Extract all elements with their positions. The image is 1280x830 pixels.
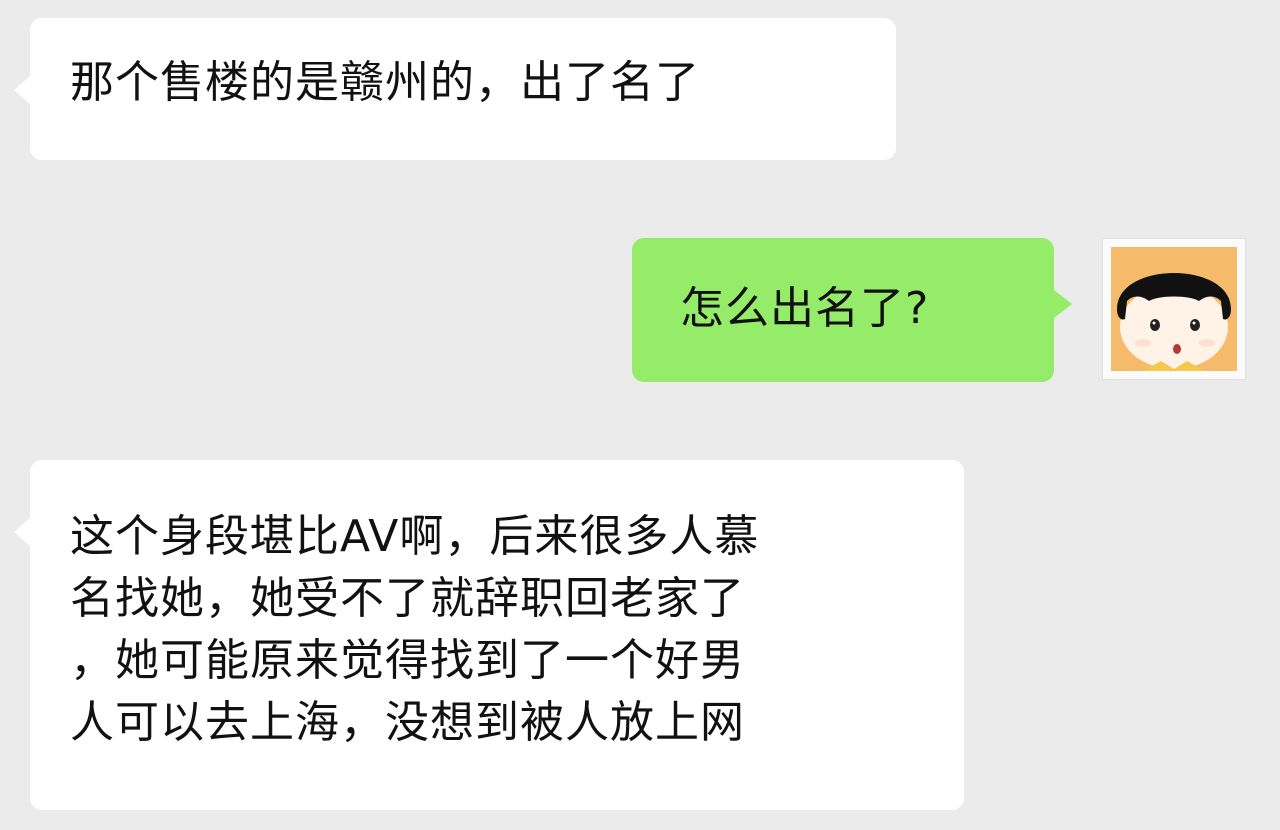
incoming-message-bubble[interactable]: 那个售楼的是赣州的，出了名了 bbox=[14, 18, 896, 160]
message-line: ，她可能原来觉得找到了一个好男 bbox=[70, 635, 745, 686]
message-text: 那个售楼的是赣州的，出了名了 bbox=[70, 57, 700, 108]
outgoing-message-bubble[interactable]: 怎么出名了? bbox=[632, 238, 1072, 382]
message-line: 人可以去上海，没想到被人放上网 bbox=[70, 697, 745, 748]
user-avatar[interactable] bbox=[1102, 238, 1246, 380]
cartoon-girl-avatar-icon bbox=[1111, 247, 1237, 371]
bubble-tail bbox=[14, 518, 30, 546]
bubble-tail bbox=[14, 76, 30, 104]
chat-area: 那个售楼的是赣州的，出了名了 怎么出名了? 这个身段堪比AV啊，后来很多人慕 名… bbox=[0, 0, 1280, 830]
incoming-message-bubble[interactable]: 这个身段堪比AV啊，后来很多人慕 名找她，她受不了就辞职回老家了 ，她可能原来觉… bbox=[14, 460, 964, 810]
bubble-tail bbox=[1054, 290, 1072, 318]
message-text: 怎么出名了? bbox=[680, 283, 930, 334]
message-line: 这个身段堪比AV啊，后来很多人慕 bbox=[70, 511, 760, 562]
message-line: 名找她，她受不了就辞职回老家了 bbox=[70, 573, 745, 624]
